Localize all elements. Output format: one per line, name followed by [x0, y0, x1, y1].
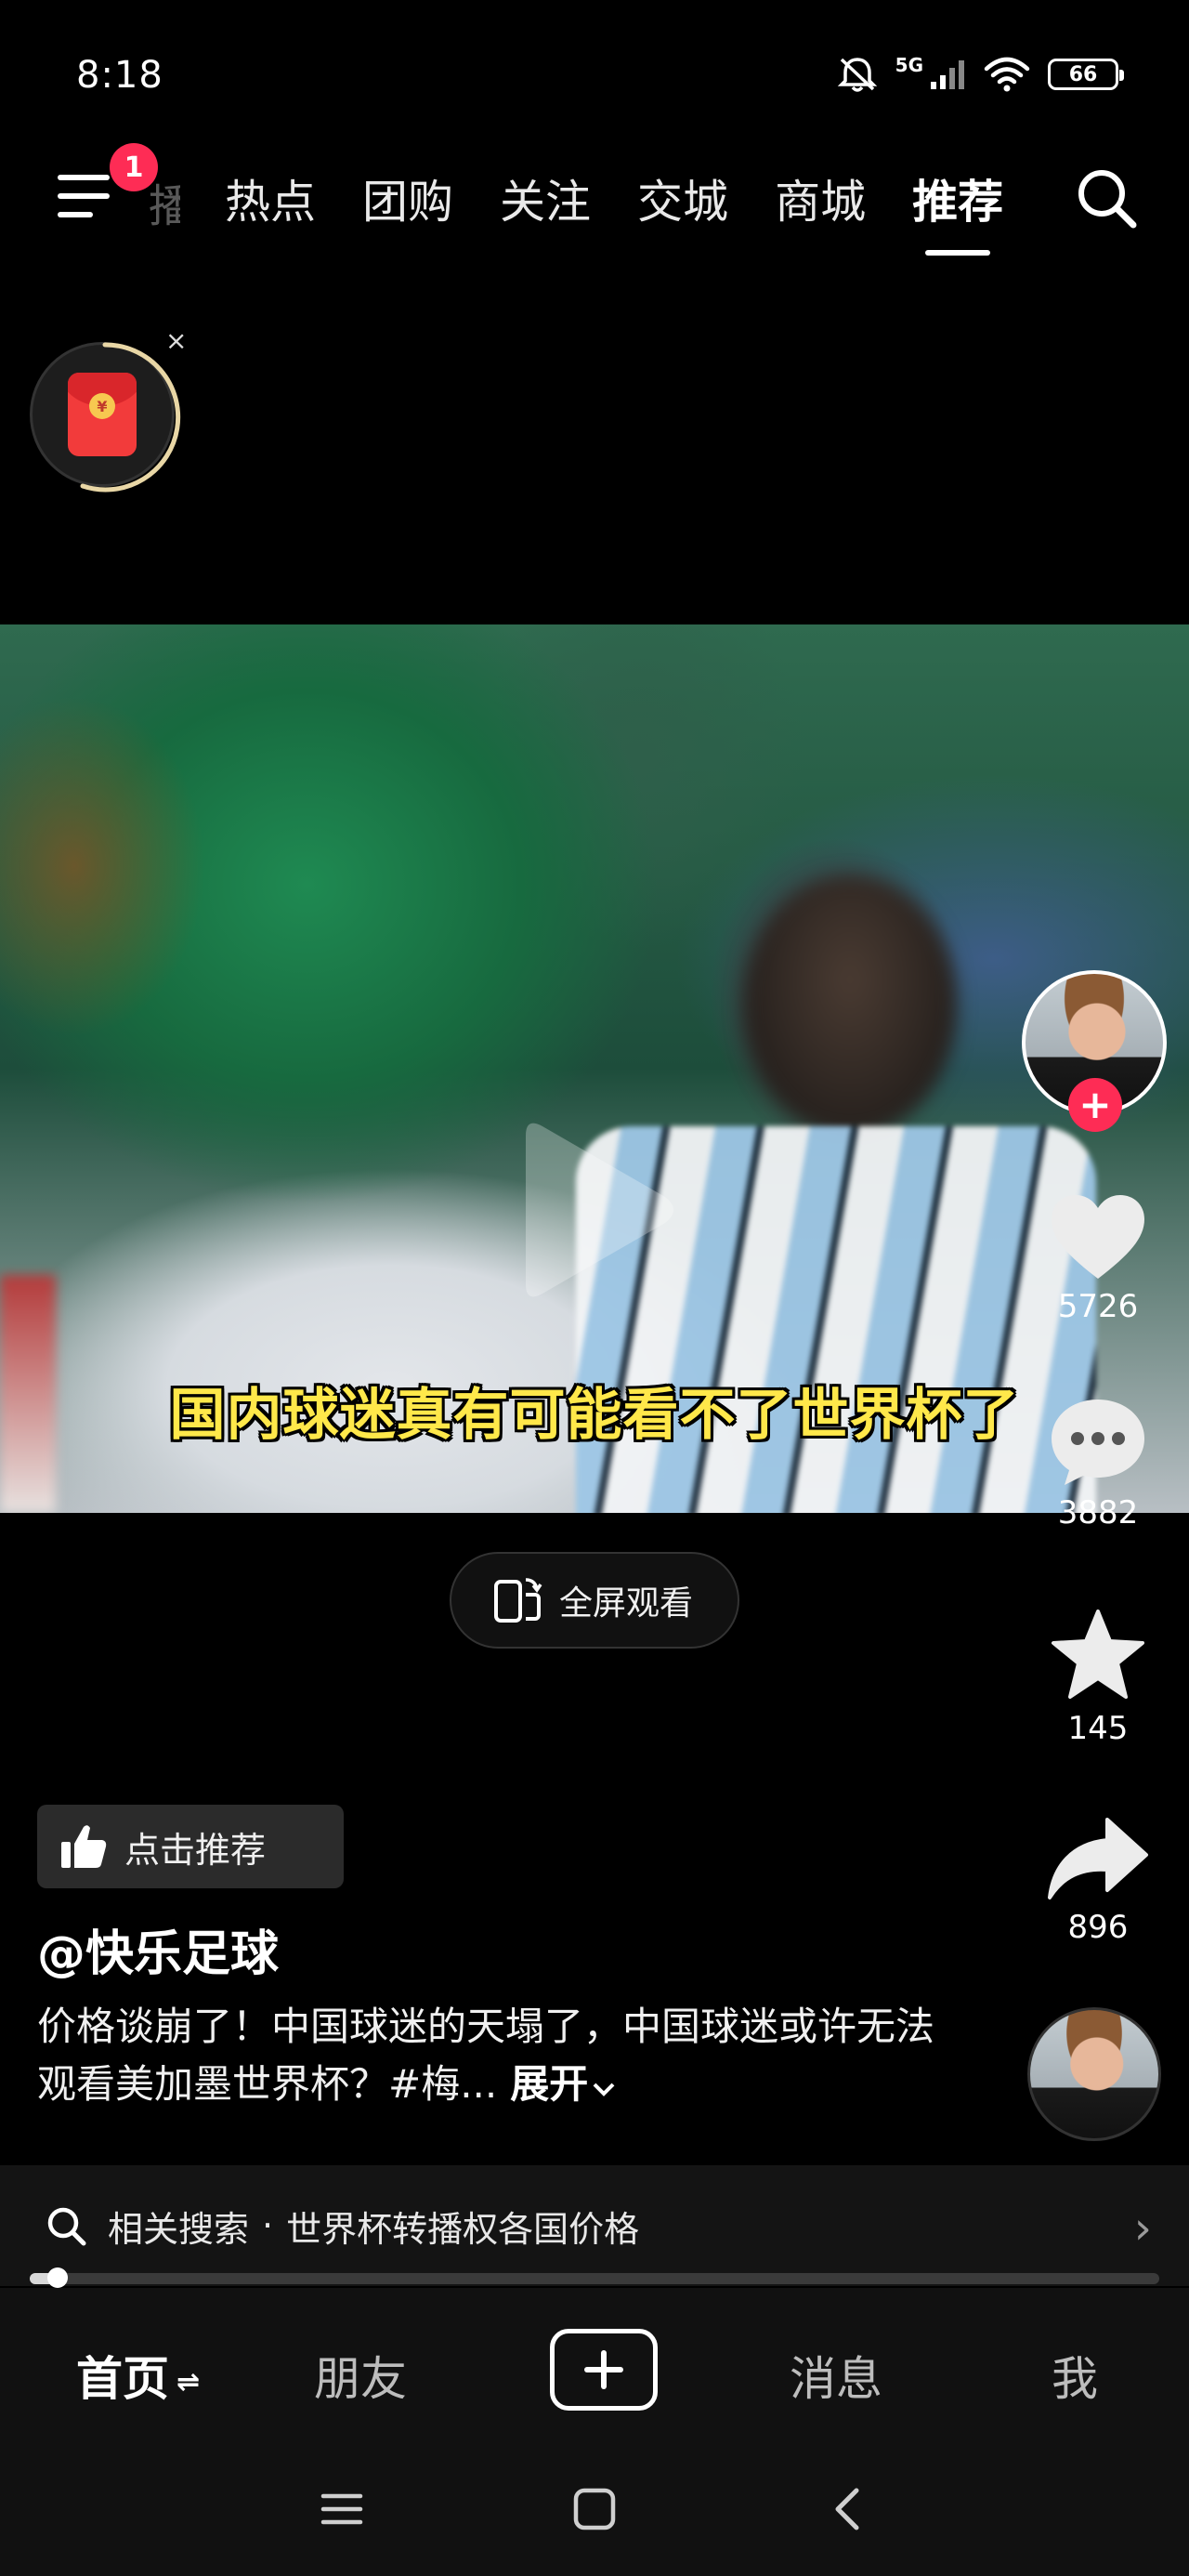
coin-icon: ¥ [89, 393, 115, 419]
comment-count: 3882 [1057, 1494, 1139, 1531]
rotate-screen-icon [494, 1578, 542, 1623]
system-navigation-bar [0, 2455, 1189, 2576]
post-description: 价格谈崩了！中国球迷的天塌了，中国球迷或许无法观看美加墨世界杯？#梅... 展开 [37, 1998, 966, 2113]
back-icon[interactable] [827, 2487, 871, 2531]
expand-button[interactable]: 展开 [510, 2061, 616, 2107]
network-label: 5G [895, 54, 923, 76]
top-tabs: 热点 团购 关注 交城 商城 推荐 [225, 165, 1003, 256]
status-time: 8:18 [76, 54, 163, 97]
tab-me[interactable]: 我 [1052, 2342, 1098, 2409]
home-icon[interactable] [572, 2487, 617, 2531]
author-name[interactable]: @快乐足球 [37, 1914, 279, 1984]
tab-inbox[interactable]: 消息 [790, 2342, 882, 2409]
red-packet-icon: ¥ [68, 373, 137, 456]
follow-button[interactable]: + [1068, 1078, 1122, 1132]
expand-label: 展开 [510, 2061, 589, 2107]
related-search-prefix: 相关搜索 [108, 2208, 250, 2250]
thumbs-up-icon [61, 1825, 107, 1868]
recent-apps-icon[interactable] [320, 2487, 364, 2531]
status-icons: 5G 66 [836, 54, 1124, 93]
share-button[interactable]: 896 [1040, 1814, 1156, 1946]
related-search-query: 世界杯转播权各国价格 [286, 2208, 640, 2250]
music-disc-avatar[interactable] [1027, 2007, 1161, 2141]
video-subtitle: 国内球迷真有可能看不了世界杯了 [169, 1383, 1020, 1448]
video-progress-bar[interactable] [30, 2267, 1159, 2288]
plus-icon [584, 2350, 623, 2389]
like-button[interactable]: 5726 [1040, 1193, 1156, 1325]
fullscreen-button[interactable]: 全屏观看 [450, 1552, 739, 1649]
share-count: 896 [1067, 1909, 1129, 1946]
chevron-right-icon: › [1133, 2202, 1152, 2254]
swap-icon: ⇌ [176, 2366, 201, 2399]
tab-mall[interactable]: 商城 [775, 165, 866, 231]
create-post-button[interactable] [550, 2329, 658, 2411]
tab-friends[interactable]: 朋友 [314, 2342, 407, 2409]
recommend-label: 点击推荐 [124, 1829, 267, 1871]
battery-indicator: 66 [1048, 59, 1124, 90]
search-icon [47, 2207, 86, 2246]
search-icon[interactable] [1074, 165, 1141, 232]
fullscreen-label: 全屏观看 [559, 1584, 694, 1623]
tab-home[interactable]: 首页 ⇌ [76, 2342, 200, 2409]
related-search-separator: · [262, 2205, 274, 2246]
favorite-count: 145 [1067, 1710, 1129, 1747]
tab-hot[interactable]: 热点 [225, 165, 316, 231]
star-icon [1052, 1610, 1144, 1699]
related-search-bar[interactable]: 相关搜索 · 世界杯转播权各国价格 › [0, 2165, 1189, 2286]
red-packet-widget[interactable]: ¥ [30, 342, 181, 493]
bottom-tab-bar: 首页 ⇌ 朋友 消息 我 [0, 2288, 1189, 2455]
signal-icon [931, 60, 964, 89]
tab-following[interactable]: 关注 [500, 165, 591, 231]
chevron-down-icon [593, 2083, 615, 2096]
tab-partial[interactable]: 播 [149, 169, 180, 234]
tab-local[interactable]: 交城 [637, 165, 728, 231]
comment-icon [1052, 1400, 1144, 1485]
play-icon[interactable] [513, 1117, 680, 1303]
share-icon [1048, 1818, 1148, 1899]
heart-icon [1052, 1195, 1144, 1279]
tab-home-label: 首页 [76, 2352, 169, 2406]
tab-recommend[interactable]: 推荐 [912, 165, 1003, 256]
close-icon[interactable]: × [165, 325, 187, 356]
menu-icon[interactable] [58, 175, 113, 217]
favorite-button[interactable]: 145 [1040, 1608, 1156, 1747]
like-count: 5726 [1057, 1288, 1139, 1325]
recommend-button[interactable]: 点击推荐 [37, 1805, 344, 1888]
comment-button[interactable]: 3882 [1040, 1396, 1156, 1531]
description-text: 价格谈崩了！中国球迷的天塌了，中国球迷或许无法观看美加墨世界杯？#梅... [37, 2004, 935, 2107]
wifi-icon [984, 57, 1030, 92]
mute-icon [837, 58, 877, 92]
tab-group-buy[interactable]: 团购 [362, 165, 453, 231]
